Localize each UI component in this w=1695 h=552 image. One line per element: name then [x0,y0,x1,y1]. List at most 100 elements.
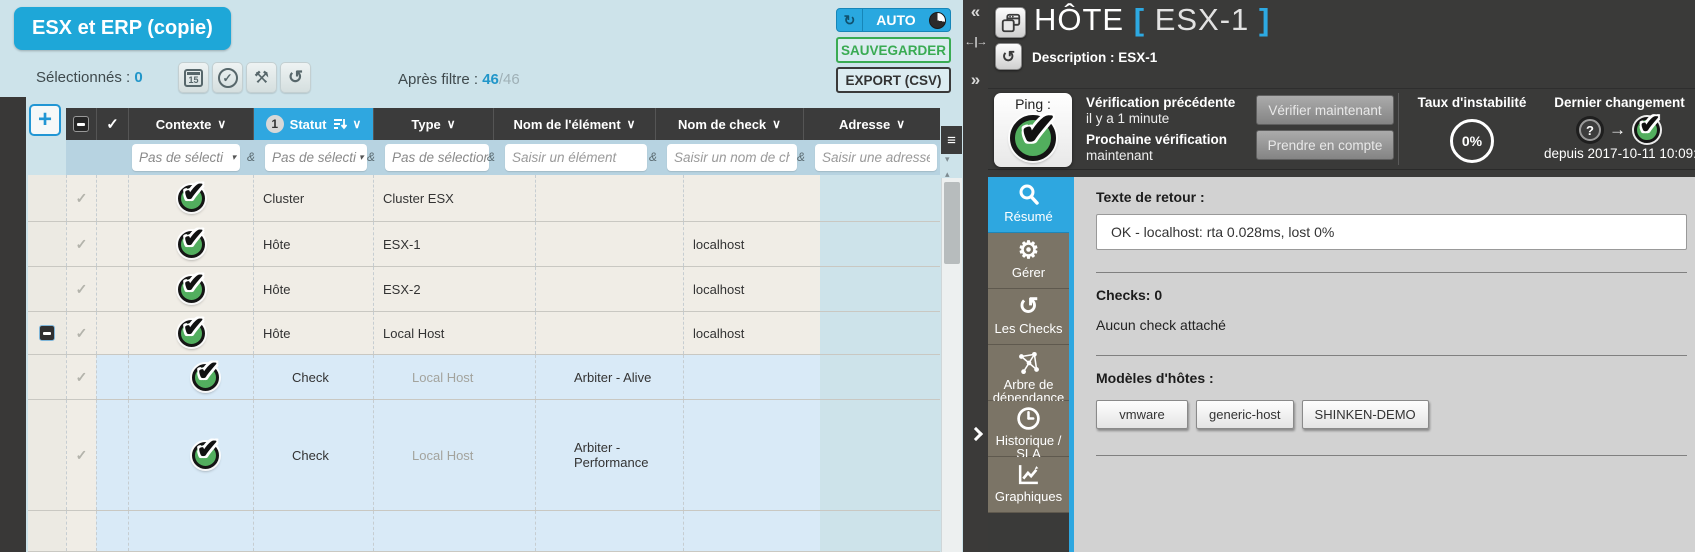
filter-value: Pas de sélecti [272,150,356,165]
row-select-cell[interactable]: ✓ [66,267,96,311]
collapse-row-icon[interactable] [39,325,55,341]
row-contexte-cell [96,175,128,221]
template-button[interactable]: generic-host [1196,400,1294,429]
template-button[interactable]: vmware [1096,400,1188,429]
host-detail-body: Résumé⚙Gérer↺Les ChecksArbre de dépendan… [988,170,1695,552]
row-name-cell: Local Host [373,312,535,354]
tab-les-checks[interactable]: ↺Les Checks [988,289,1069,345]
table-row[interactable]: ✓HôteESX-1localhost [28,222,940,267]
filter-contexte-select[interactable]: Pas de sélecti▾ [132,144,240,171]
row-select-cell[interactable] [66,511,96,551]
ok-status-icon [178,320,205,347]
tools-button[interactable]: ⚒ [246,62,277,93]
column-header-adresse[interactable]: Adresse∨ [803,108,940,140]
row-type-cell: Hôte [253,222,373,266]
acknowledge-button[interactable]: ✓ [212,62,243,93]
column-header-statut[interactable]: 1 Statut ∨ [253,108,373,140]
expand-panel-icon[interactable]: » [963,70,988,90]
row-select-cell[interactable]: ✓ [66,355,96,399]
table-row[interactable]: ✓CheckLocal HostArbiter - Alive [28,355,940,400]
table-scrollbar[interactable] [941,178,962,552]
column-header-nom-element[interactable]: Nom de l'élément∨ [493,108,655,140]
row-select-cell[interactable]: ✓ [66,222,96,266]
host-windows-icon [1000,12,1022,34]
flapping-value: 0% [1450,119,1494,163]
row-address-cell: localhost [683,312,820,354]
tab-arbre-de-d-pendance[interactable]: Arbre de dépendance [988,345,1069,401]
row-contexte-cell [96,267,128,311]
save-button[interactable]: SAUVEGARDER [836,37,951,63]
template-button[interactable]: SHINKEN-DEMO [1302,400,1429,429]
filter-adresse-input[interactable] [815,144,937,171]
column-menu-button[interactable]: ≡ [941,126,962,154]
selected-label: Sélectionnés : [36,69,130,86]
output-text-input[interactable] [1096,214,1687,250]
row-contexte-cell [96,355,128,399]
table-row[interactable]: ✓CheckLocal HostArbiter - Performance [28,400,940,511]
page-title: HÔTE [ ESX-1 ] [1034,2,1270,38]
export-csv-button[interactable]: EXPORT (CSV) [836,67,951,93]
collapse-all-header[interactable] [66,108,96,140]
prev-check-value: il y a 1 minute [1086,111,1248,127]
row-address-cell [683,400,820,510]
host-type-button[interactable] [995,7,1026,38]
row-address-cell: localhost [683,267,820,311]
acknowledge-button[interactable]: Prendre en compte [1256,130,1394,160]
tab-historique-sla[interactable]: Historique / SLA [988,401,1069,457]
tab-r-sum[interactable]: Résumé [988,177,1069,233]
resize-panel-icon[interactable]: ←|→ [963,36,988,48]
table-row[interactable] [28,511,940,552]
check-circle-icon: ✓ [218,68,238,88]
row-expand-cell[interactable] [28,312,66,354]
filter-check-input[interactable] [667,144,797,171]
schedule-button[interactable]: 15 [178,62,209,93]
column-header-type[interactable]: Type∨ [373,108,493,140]
filter-statut-select[interactable]: Pas de sélecti▾ [265,144,367,171]
ok-state-icon [1634,117,1660,143]
selected-count: 0 [134,69,142,86]
table-row[interactable]: ✓HôteLocal Hostlocalhost [28,312,940,355]
row-address-cell [683,511,820,551]
tab-graphiques[interactable]: Graphiques [988,457,1069,513]
row-type-cell [253,511,373,551]
open-detail-icon[interactable] [963,426,988,444]
scroll-up-hint-icon[interactable]: ▾ [945,154,950,165]
row-select-cell[interactable]: ✓ [66,400,96,510]
checks-empty-text: Aucun check attaché [1096,317,1687,333]
table-row[interactable]: ✓ClusterCluster ESX [28,175,940,222]
separator [1096,272,1687,273]
tab-g-rer[interactable]: ⚙Gérer [988,233,1069,289]
bracket: [ [1134,2,1145,37]
row-checkname-cell [535,267,683,311]
reset-button[interactable]: ↺ [280,62,311,93]
column-header-nom-check[interactable]: Nom de check∨ [655,108,803,140]
ok-status-icon [178,276,205,303]
filter-type-select[interactable]: Pas de sélectior▾ [385,144,489,171]
row-contexte-cell [96,312,128,354]
prev-check-label: Vérification précédente [1086,95,1248,111]
last-change-block: Dernier changement ? → depuis 2017-10-11… [1544,95,1695,161]
row-select-cell[interactable]: ✓ [66,175,96,221]
bracket: ] [1259,2,1270,37]
add-element-button[interactable]: + [29,104,61,136]
table-row[interactable]: ✓HôteESX-2localhost [28,267,940,312]
row-select-cell[interactable]: ✓ [66,312,96,354]
search-icon [988,182,1069,208]
collapse-panel-icon[interactable]: « [963,2,988,22]
element-list-panel: ESX et ERP (copie) Sélectionnés : 0 15 ✓… [0,0,963,552]
reload-description-button[interactable]: ↺ [995,43,1022,70]
row-address-cell [683,175,820,221]
filter-name-input[interactable] [505,144,647,171]
select-all-header[interactable]: ✓ [96,108,128,140]
last-change-label: Dernier changement [1544,95,1695,111]
scrollbar-thumb[interactable] [944,182,960,264]
auto-refresh-toggle[interactable]: ↻ AUTO [836,8,951,32]
row-checkname-cell [535,222,683,266]
column-label: Adresse [839,117,890,132]
left-collapsed-sidebar [0,97,26,552]
column-header-contexte[interactable]: Contexte∨ [128,108,253,140]
panel-divider: « ←|→ » [963,0,988,552]
view-title-button[interactable]: ESX et ERP (copie) [14,7,231,50]
check-now-button[interactable]: Vérifier maintenant [1256,95,1394,125]
after-filter-total: /46 [499,71,520,88]
